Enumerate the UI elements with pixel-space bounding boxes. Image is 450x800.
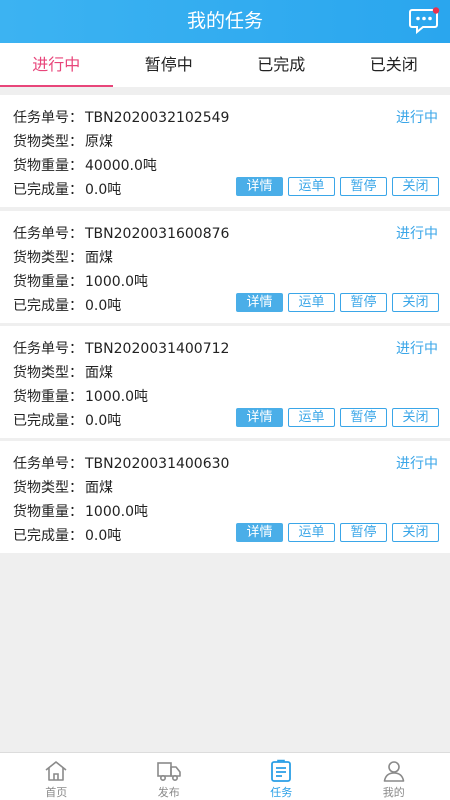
task-no-row: 任务单号： TBN2020031400712 bbox=[13, 338, 229, 358]
task-card[interactable]: 任务单号： TBN2020032102549 货物类型： 原煤 货物重量： 40000… bbox=[0, 95, 450, 207]
cargo-weight-row: 货物重量： 1000.0吨 bbox=[13, 501, 148, 521]
close-button[interactable]: 关闭 bbox=[392, 523, 439, 542]
task-actions: 详情 运单 暂停 关闭 bbox=[236, 177, 439, 196]
completed-row: 已完成量： 0.0吨 bbox=[13, 295, 121, 315]
status-tabs: 进行中 暂停中 已完成 已关闭 bbox=[0, 43, 450, 87]
task-no-row: 任务单号： TBN2020032102549 bbox=[13, 107, 229, 127]
completed-label: 已完成量： bbox=[13, 413, 83, 429]
task-no-label: 任务单号： bbox=[13, 456, 83, 472]
pause-button[interactable]: 暂停 bbox=[340, 293, 387, 312]
cargo-type-row: 货物类型： 面煤 bbox=[13, 247, 113, 267]
message-button[interactable] bbox=[409, 7, 440, 35]
page-title: 我的任务 bbox=[186, 10, 263, 32]
cargo-type-label: 货物类型： bbox=[13, 480, 83, 496]
nav-label-mine: 我的 bbox=[382, 786, 405, 799]
waybill-button[interactable]: 运单 bbox=[288, 293, 335, 312]
task-actions: 详情 运单 暂停 关闭 bbox=[236, 523, 439, 542]
cargo-weight-row: 货物重量： 1000.0吨 bbox=[13, 386, 148, 406]
user-icon bbox=[383, 761, 405, 782]
tab-paused[interactable]: 暂停中 bbox=[113, 43, 226, 87]
status-badge: 进行中 bbox=[396, 110, 438, 126]
cargo-type-value: 原煤 bbox=[85, 134, 113, 150]
task-actions: 详情 运单 暂停 关闭 bbox=[236, 408, 439, 427]
detail-button[interactable]: 详情 bbox=[236, 293, 283, 312]
cargo-weight-value: 1000.0吨 bbox=[85, 274, 148, 290]
cargo-weight-value: 40000.0吨 bbox=[85, 158, 157, 174]
close-button[interactable]: 关闭 bbox=[392, 177, 439, 196]
close-button[interactable]: 关闭 bbox=[392, 293, 439, 312]
message-dots-icon bbox=[409, 7, 440, 35]
tab-in-progress[interactable]: 进行中 bbox=[0, 43, 113, 87]
cargo-weight-label: 货物重量： bbox=[13, 504, 83, 520]
waybill-button[interactable]: 运单 bbox=[288, 523, 335, 542]
task-list-icon bbox=[271, 759, 292, 782]
nav-item-tasks[interactable]: 任务 bbox=[225, 753, 338, 800]
tab-closed[interactable]: 已关闭 bbox=[338, 43, 450, 87]
cargo-type-label: 货物类型： bbox=[13, 365, 83, 381]
app-header: 我的任务 bbox=[0, 0, 450, 43]
nav-label-home: 首页 bbox=[45, 786, 68, 799]
status-badge: 进行中 bbox=[396, 226, 438, 242]
status-badge: 进行中 bbox=[396, 456, 438, 472]
completed-label: 已完成量： bbox=[13, 528, 83, 544]
status-badge: 进行中 bbox=[396, 341, 438, 357]
waybill-button[interactable]: 运单 bbox=[288, 408, 335, 427]
completed-value: 0.0吨 bbox=[85, 182, 122, 198]
nav-item-publish[interactable]: 发布 bbox=[113, 753, 226, 800]
task-card[interactable]: 任务单号： TBN2020031600876 货物类型： 面煤 货物重量： 1000.… bbox=[0, 211, 450, 323]
completed-row: 已完成量： 0.0吨 bbox=[13, 410, 121, 430]
cargo-type-row: 货物类型： 面煤 bbox=[13, 477, 113, 497]
cargo-type-value: 面煤 bbox=[85, 250, 113, 266]
task-no-value: TBN2020031400712 bbox=[85, 341, 230, 357]
cargo-type-row: 货物类型： 面煤 bbox=[13, 362, 113, 382]
pause-button[interactable]: 暂停 bbox=[340, 523, 387, 542]
task-no-value: TBN2020031400630 bbox=[85, 456, 230, 472]
cargo-weight-value: 1000.0吨 bbox=[85, 504, 148, 520]
cargo-weight-label: 货物重量： bbox=[13, 389, 83, 405]
detail-button[interactable]: 详情 bbox=[236, 408, 283, 427]
task-no-value: TBN2020031600876 bbox=[85, 226, 230, 242]
cargo-weight-row: 货物重量： 1000.0吨 bbox=[13, 271, 148, 291]
nav-item-mine[interactable]: 我的 bbox=[338, 753, 450, 800]
completed-row: 已完成量： 0.0吨 bbox=[13, 525, 121, 545]
cargo-weight-label: 货物重量： bbox=[13, 274, 83, 290]
task-no-label: 任务单号： bbox=[13, 110, 83, 126]
cargo-weight-row: 货物重量： 40000.0吨 bbox=[13, 155, 157, 175]
task-no-row: 任务单号： TBN2020031400630 bbox=[13, 453, 229, 473]
cargo-weight-label: 货物重量： bbox=[13, 158, 83, 174]
task-no-label: 任务单号： bbox=[13, 226, 83, 242]
completed-row: 已完成量： 0.0吨 bbox=[13, 179, 121, 199]
cargo-weight-value: 1000.0吨 bbox=[85, 389, 148, 405]
completed-label: 已完成量： bbox=[13, 182, 83, 198]
completed-value: 0.0吨 bbox=[85, 528, 122, 544]
nav-label-publish: 发布 bbox=[157, 786, 180, 799]
tab-completed[interactable]: 已完成 bbox=[225, 43, 338, 87]
pause-button[interactable]: 暂停 bbox=[340, 408, 387, 427]
close-button[interactable]: 关闭 bbox=[392, 408, 439, 427]
task-card[interactable]: 任务单号： TBN2020031400630 货物类型： 面煤 货物重量： 1000.… bbox=[0, 441, 450, 553]
cargo-type-label: 货物类型： bbox=[13, 250, 83, 266]
nav-label-tasks: 任务 bbox=[270, 786, 293, 799]
detail-button[interactable]: 详情 bbox=[236, 177, 283, 196]
truck-icon bbox=[156, 762, 181, 781]
waybill-button[interactable]: 运单 bbox=[288, 177, 335, 196]
completed-value: 0.0吨 bbox=[85, 298, 122, 314]
completed-label: 已完成量： bbox=[13, 298, 83, 314]
detail-button[interactable]: 详情 bbox=[236, 523, 283, 542]
cargo-type-label: 货物类型： bbox=[13, 134, 83, 150]
bottom-nav: 首页 发布 任务 我的 bbox=[0, 752, 450, 800]
task-no-value: TBN2020032102549 bbox=[85, 110, 230, 126]
completed-value: 0.0吨 bbox=[85, 413, 122, 429]
pause-button[interactable]: 暂停 bbox=[340, 177, 387, 196]
cargo-type-value: 面煤 bbox=[85, 365, 113, 381]
home-icon bbox=[45, 761, 67, 781]
nav-item-home[interactable]: 首页 bbox=[0, 753, 113, 800]
cargo-type-row: 货物类型： 原煤 bbox=[13, 131, 113, 151]
task-actions: 详情 运单 暂停 关闭 bbox=[236, 293, 439, 312]
task-no-row: 任务单号： TBN2020031600876 bbox=[13, 223, 229, 243]
task-no-label: 任务单号： bbox=[13, 341, 83, 357]
task-card[interactable]: 任务单号： TBN2020031400712 货物类型： 面煤 货物重量： 1000.… bbox=[0, 326, 450, 438]
cargo-type-value: 面煤 bbox=[85, 480, 113, 496]
